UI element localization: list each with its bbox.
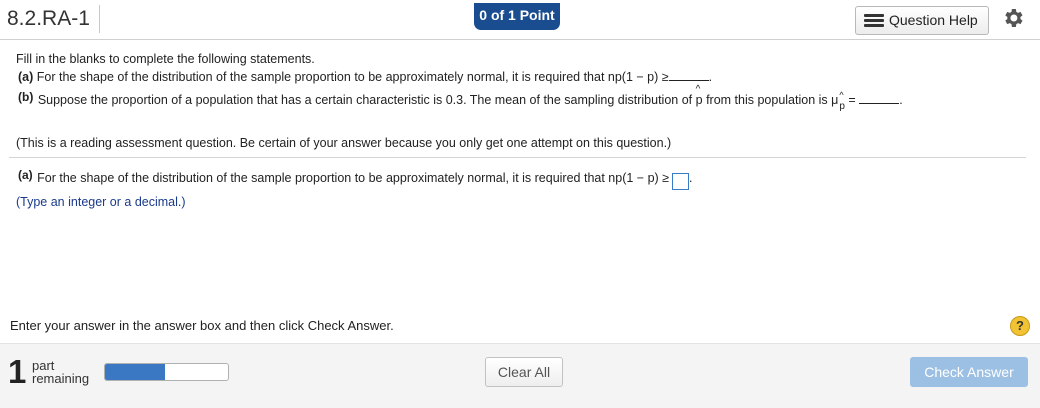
question-part-a: (a) For the shape of the distribution of… bbox=[18, 70, 712, 84]
part-b-text-before: Suppose the proportion of a population t… bbox=[37, 93, 693, 107]
mu-letter: μ bbox=[831, 93, 839, 107]
answer-part-a-label: (a) bbox=[18, 168, 33, 182]
answer-input[interactable] bbox=[672, 173, 690, 190]
footer-bar: 1 part remaining Clear All Check Answer bbox=[0, 343, 1040, 408]
question-intro: Fill in the blanks to complete the follo… bbox=[16, 52, 315, 66]
input-hint: (Type an integer or a decimal.) bbox=[16, 195, 186, 209]
gear-icon[interactable] bbox=[1001, 6, 1025, 30]
clear-all-button[interactable]: Clear All bbox=[485, 357, 563, 387]
mu-subscript-letter: p bbox=[839, 101, 845, 112]
instruction-text: Enter your answer in the answer box and … bbox=[10, 318, 394, 333]
part-a-label: (a) bbox=[18, 70, 34, 84]
part-b-blank bbox=[859, 93, 900, 104]
parts-label-line2: remaining bbox=[32, 371, 90, 386]
part-b-text-after: from this population is bbox=[706, 93, 828, 107]
question-part-b: (b) Suppose the proportion of a populati… bbox=[18, 84, 903, 112]
question-help-label: Question Help bbox=[889, 12, 978, 28]
question-id: 8.2.RA-1 bbox=[7, 7, 90, 30]
mu-symbol: μ ^ p bbox=[831, 90, 845, 112]
check-answer-button[interactable]: Check Answer bbox=[910, 357, 1028, 387]
question-help-button[interactable]: Question Help bbox=[855, 6, 989, 35]
parts-remaining-count: 1 bbox=[8, 353, 27, 390]
answer-suffix: . bbox=[689, 171, 693, 185]
answer-part-a-text: For the shape of the distribution of the… bbox=[37, 171, 670, 185]
part-b-equals: = bbox=[848, 93, 856, 107]
part-a-suffix: . bbox=[708, 70, 713, 84]
progress-fill bbox=[105, 364, 166, 380]
part-b-label: (b) bbox=[18, 90, 34, 104]
progress-bar bbox=[104, 363, 229, 381]
section-divider bbox=[9, 157, 1026, 158]
header-divider bbox=[99, 5, 100, 33]
points-badge: 0 of 1 Point bbox=[474, 3, 560, 30]
reading-note: (This is a reading assessment question. … bbox=[16, 136, 672, 150]
mu-subscript: ^ p bbox=[839, 90, 845, 112]
part-b-suffix: . bbox=[899, 93, 903, 107]
parts-remaining-label: part remaining bbox=[32, 359, 89, 385]
part-a-blank bbox=[668, 70, 709, 81]
answer-part-a: (a) For the shape of the distribution of… bbox=[18, 168, 693, 190]
p-hat-symbol: p bbox=[696, 84, 703, 107]
part-a-text: For the shape of the distribution of the… bbox=[36, 70, 669, 84]
header-bar: 8.2.RA-1 0 of 1 Point Question Help bbox=[0, 0, 1040, 40]
list-icon bbox=[864, 13, 884, 28]
question-mark-icon[interactable]: ? bbox=[1010, 316, 1030, 336]
